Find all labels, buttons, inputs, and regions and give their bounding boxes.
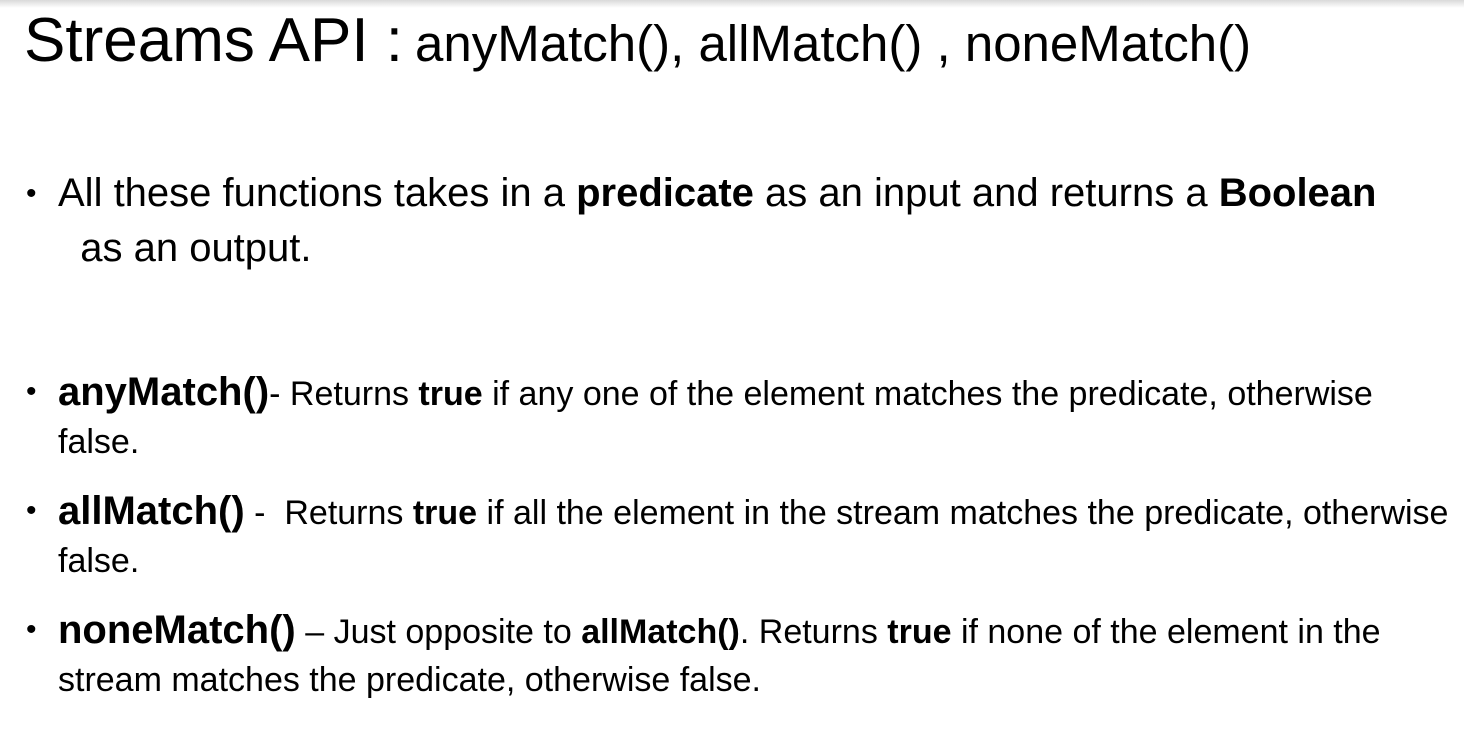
keyword-allmatch: allMatch() <box>581 613 740 651</box>
keyword-boolean: Boolean <box>1218 171 1377 215</box>
bullet-text: anyMatch()- Returns true if any one of t… <box>58 368 1449 466</box>
keyword-true: true <box>412 494 478 532</box>
separator: – <box>295 613 334 651</box>
text-segment: Returns <box>289 375 419 413</box>
method-name-allmatch: allMatch() <box>58 489 245 533</box>
slide: Streams API : anyMatch(), allMatch() , no… <box>0 0 1464 729</box>
bullet-dot: • <box>26 177 37 210</box>
slide-page: { "title": { "main": "Streams API :", "s… <box>0 0 1464 729</box>
title-methods: anyMatch(), allMatch() , noneMatch() <box>415 15 1252 72</box>
bullet-anymatch: • anyMatch()- Returns true if any one of… <box>24 368 1449 466</box>
keyword-true: true <box>887 613 952 651</box>
bullet-dot: • <box>26 375 37 408</box>
bullet-text: noneMatch() – Just opposite to allMatch(… <box>58 606 1449 704</box>
bullet-text: allMatch() - Returns true if all the ele… <box>58 487 1449 585</box>
separator: - <box>244 494 285 532</box>
title-main: Streams API : <box>24 6 404 75</box>
text-segment: as an output. <box>58 226 312 270</box>
text-segment: Just opposite to <box>333 613 582 651</box>
bullet-overview: • All these functions takes in a predica… <box>24 166 1449 276</box>
keyword-true: true <box>418 375 483 413</box>
text-segment: All these functions takes in a <box>58 171 577 215</box>
bullet-text: All these functions takes in a predicate… <box>58 166 1449 276</box>
bullet-dot: • <box>26 494 37 527</box>
separator: - <box>269 375 290 413</box>
bullet-allmatch: • allMatch() - Returns true if all the e… <box>24 487 1449 585</box>
bullet-nonematch: • noneMatch() – Just opposite to allMatc… <box>24 606 1449 704</box>
slide-title: Streams API : anyMatch(), allMatch() , no… <box>24 10 1251 72</box>
text-segment: Returns <box>284 494 413 532</box>
method-name-nonematch: noneMatch() <box>58 608 296 652</box>
bullet-dot: • <box>26 613 37 646</box>
keyword-predicate: predicate <box>576 171 754 215</box>
method-name-anymatch: anyMatch() <box>58 370 270 414</box>
text-segment: . Returns <box>739 613 888 651</box>
text-segment: as an input and returns a <box>753 171 1219 215</box>
